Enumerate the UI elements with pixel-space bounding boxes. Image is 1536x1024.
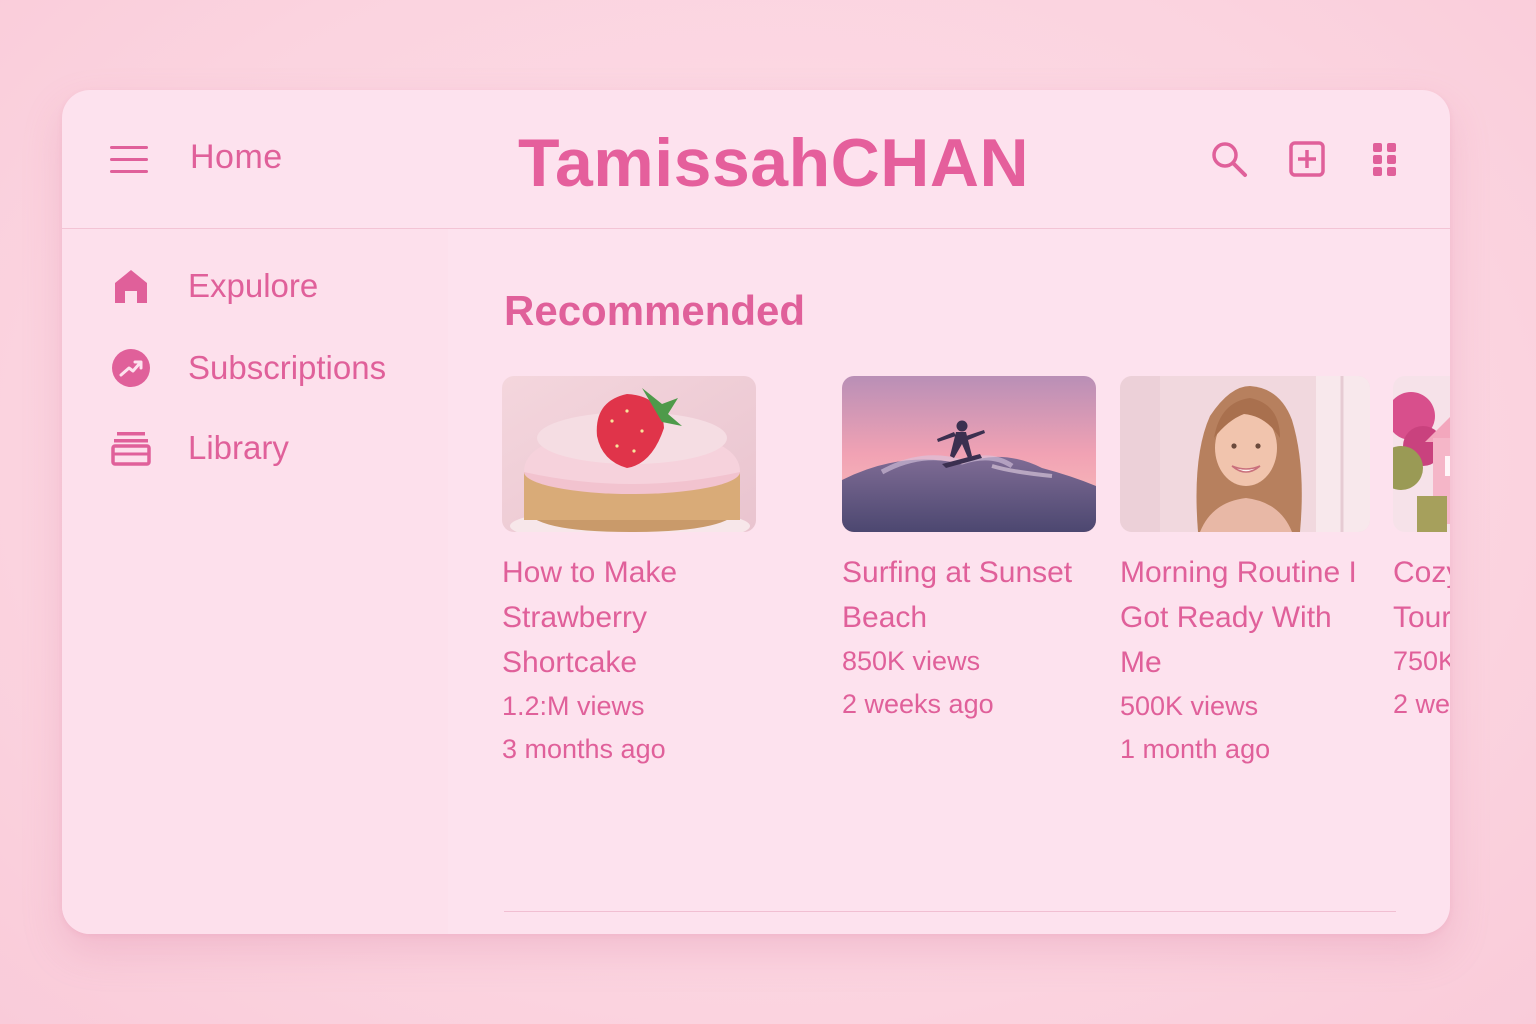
video-card[interactable]: Morning Routine I Got Ready With Me 500K… [1120, 376, 1374, 771]
video-age: 3 months ago [502, 734, 666, 764]
video-age: 2 weeks ago [842, 689, 994, 719]
video-card[interactable]: Surfing at Sunset Beach 850K views 2 wee… [842, 376, 1096, 726]
main-content: Recommended How to Make Strawberry Short… [448, 229, 1450, 934]
video-card[interactable]: Cozy Pink House Tour 750K views 2 weeks … [1393, 376, 1450, 726]
home-link[interactable]: Home [190, 138, 283, 177]
search-icon[interactable] [1210, 140, 1248, 178]
video-card[interactable]: How to Make Strawberry Shortcake 1.2:M v… [502, 376, 756, 771]
video-views: 500K views [1120, 691, 1259, 721]
sidebar: Expulore Subscriptions Library [62, 229, 448, 934]
sidebar-item-explore[interactable]: Expulore [110, 265, 318, 307]
video-age: 1 month ago [1120, 734, 1271, 764]
add-video-icon[interactable] [1288, 140, 1326, 178]
subscriptions-icon [110, 347, 152, 389]
brand-title: TamissahCHAN [518, 125, 1030, 201]
video-age: 2 weeks ago [1393, 689, 1450, 719]
sidebar-item-library[interactable]: Library [110, 427, 289, 469]
home-icon [110, 265, 152, 307]
sidebar-item-label: Library [188, 429, 289, 466]
video-views: 1.2:M views [502, 691, 645, 721]
video-title[interactable]: Morning Routine I Got Ready With Me [1120, 550, 1374, 685]
video-title[interactable]: Cozy Pink House Tour [1393, 550, 1450, 640]
video-thumbnail-pink-house[interactable] [1393, 376, 1450, 532]
sidebar-item-label: Subscriptions [188, 349, 387, 386]
top-bar: Home TamissahCHAN [62, 90, 1450, 229]
sidebar-item-subscriptions[interactable]: Subscriptions [110, 347, 386, 389]
video-title[interactable]: Surfing at Sunset Beach [842, 550, 1096, 640]
section-title: Recommended [504, 287, 806, 334]
app-window: Home TamissahCHAN Expulore Subscriptions… [62, 90, 1450, 934]
video-thumbnail-smiling-woman[interactable] [1120, 376, 1370, 532]
video-title[interactable]: How to Make Strawberry Shortcake [502, 550, 756, 685]
video-views: 850K views [842, 646, 981, 676]
video-thumbnail-surfer-sunset[interactable] [842, 376, 1096, 532]
video-thumbnail-strawberry-cake[interactable] [502, 376, 756, 532]
hamburger-menu-icon[interactable] [110, 146, 148, 176]
library-icon [110, 427, 152, 469]
video-views: 750K views [1393, 646, 1450, 676]
sidebar-item-label: Expulore [188, 267, 319, 304]
section-divider [504, 911, 1396, 912]
apps-grid-icon[interactable] [1366, 140, 1404, 178]
